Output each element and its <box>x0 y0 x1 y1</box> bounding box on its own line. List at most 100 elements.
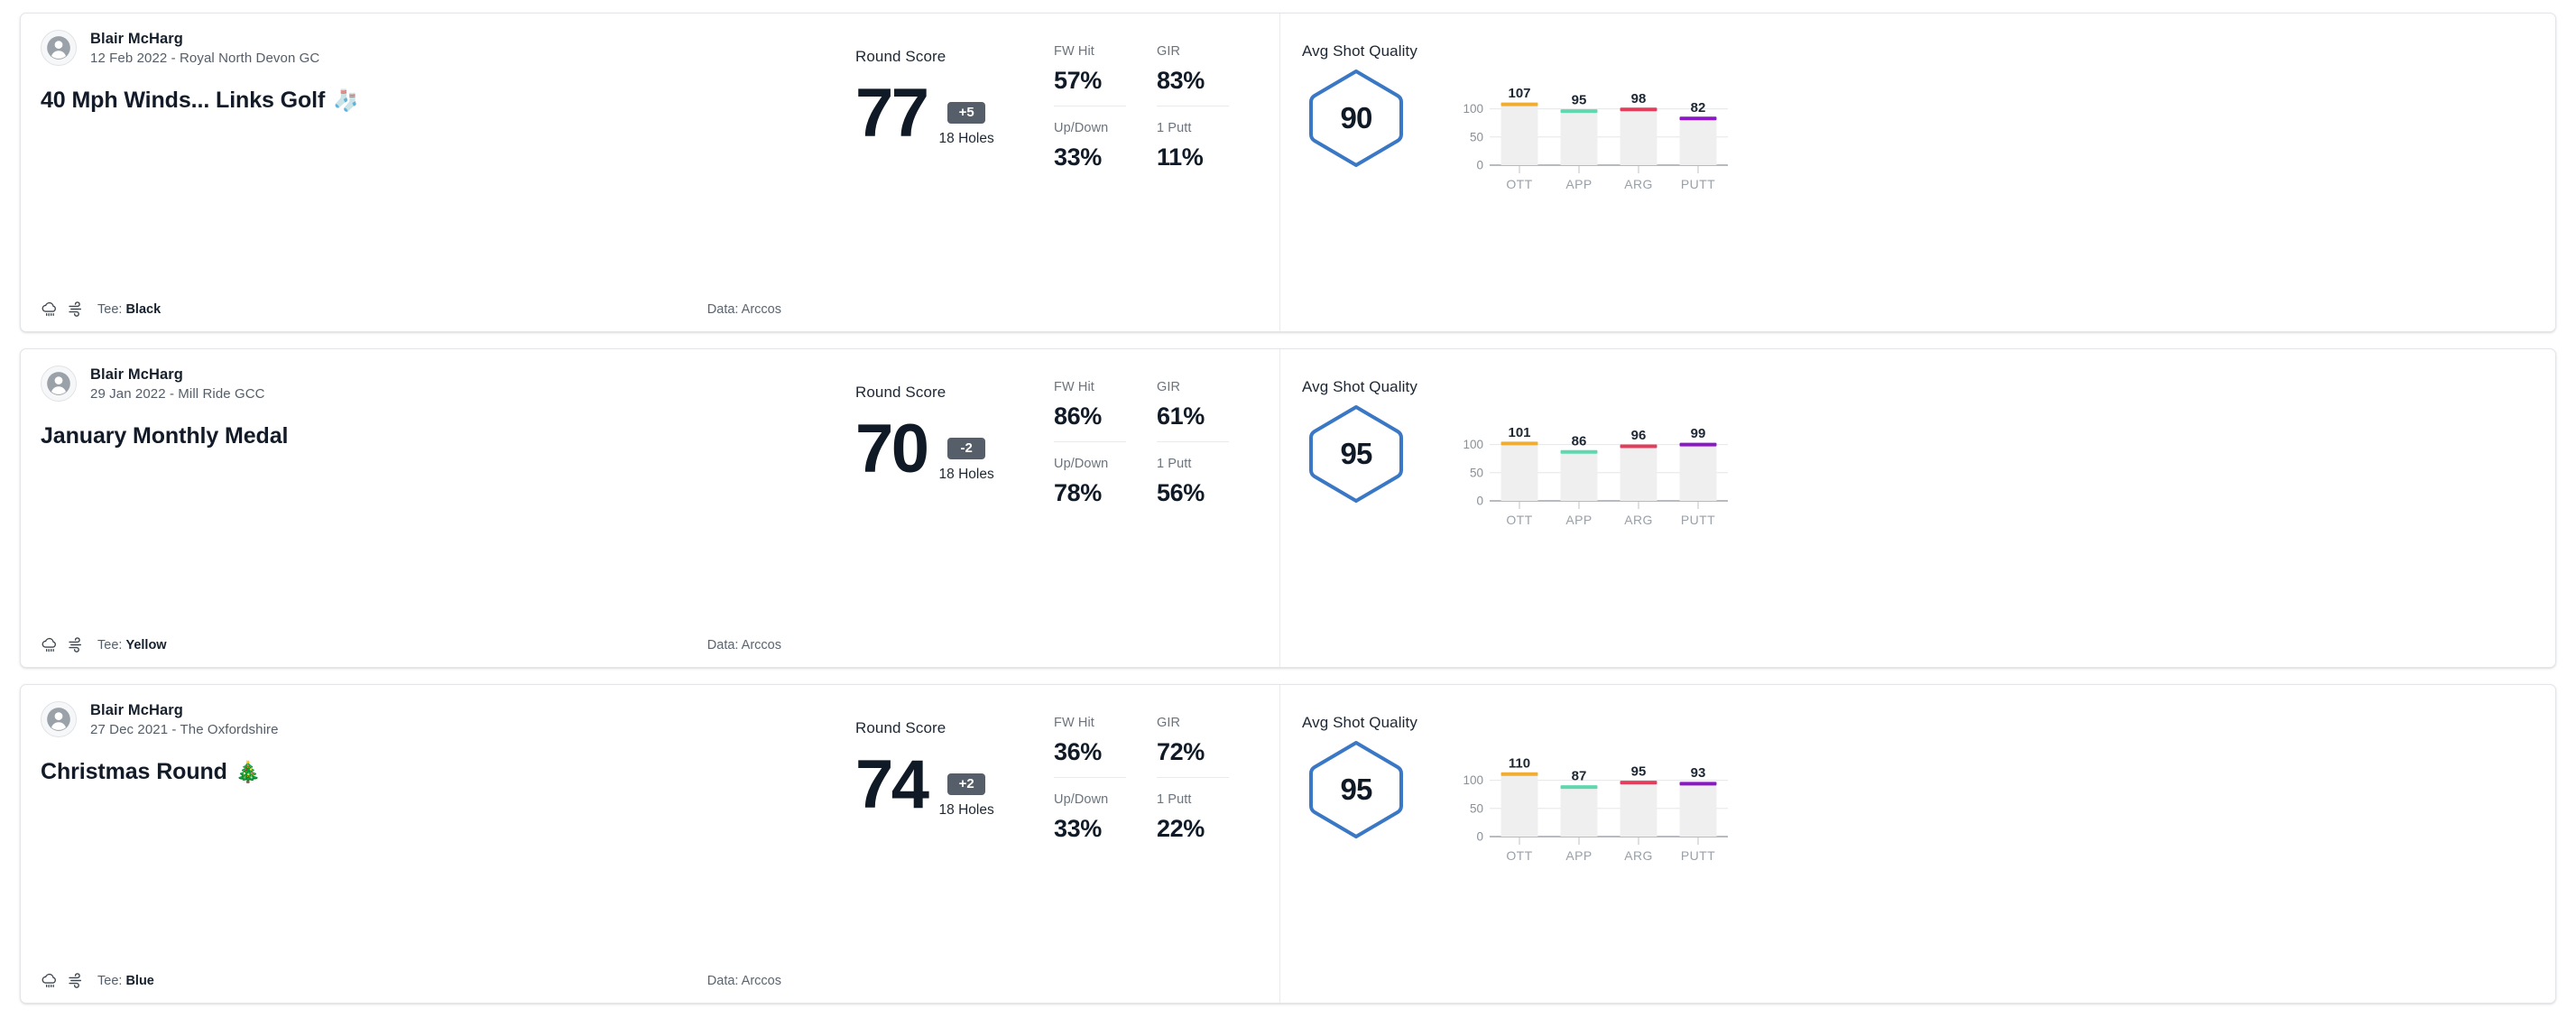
svg-text:0: 0 <box>1476 159 1483 172</box>
rounds-feed: Blair McHarg 12 Feb 2022 - Royal North D… <box>0 0 2576 1018</box>
avg-shot-quality-hexagon: 90 <box>1304 66 1408 171</box>
stat-value: 33% <box>1054 143 1102 171</box>
stat-gir: GIR 72% <box>1157 716 1229 778</box>
player-row: Blair McHarg 29 Jan 2022 - Mill Ride GCC <box>41 366 834 402</box>
stat-label: 1 Putt <box>1157 121 1192 135</box>
svg-text:95: 95 <box>1631 764 1647 780</box>
svg-text:PUTT: PUTT <box>1681 513 1715 527</box>
round-score-heading: Round Score <box>855 48 946 65</box>
holes-played: 18 Holes <box>938 131 994 146</box>
svg-text:ARG: ARG <box>1624 177 1653 191</box>
svg-text:95: 95 <box>1572 93 1587 108</box>
round-title-emoji: 🧦 <box>333 88 359 112</box>
wind-icon <box>69 973 82 988</box>
score-row: 74 +2 18 Holes <box>855 751 1054 819</box>
stat-label: FW Hit <box>1054 380 1094 394</box>
stat-value: 61% <box>1157 403 1205 430</box>
stat-fw-hit: FW Hit 57% <box>1054 44 1126 106</box>
stat-fw-hit: FW Hit 86% <box>1054 380 1126 442</box>
stat-up-down: Up/Down 33% <box>1054 792 1126 854</box>
player-name: Blair McHarg <box>90 366 183 383</box>
svg-text:107: 107 <box>1508 86 1530 101</box>
round-title: January Monthly Medal <box>41 423 834 449</box>
tee-color-value: Blue <box>125 973 154 988</box>
svg-text:82: 82 <box>1691 100 1706 116</box>
svg-text:APP: APP <box>1565 177 1592 191</box>
tee-prefix: Tee: <box>97 301 123 317</box>
stat-value: 33% <box>1054 815 1102 842</box>
stat-value: 83% <box>1157 67 1205 94</box>
stat-gir: GIR 61% <box>1157 380 1229 442</box>
tee-color-value: Black <box>125 301 162 317</box>
svg-text:50: 50 <box>1470 466 1483 479</box>
stat-value: 11% <box>1157 143 1204 171</box>
tee-label: Tee: Blue <box>97 974 154 988</box>
round-stats-grid: FW Hit 57% GIR 83% Up/Down 33% 1 Putt 11… <box>1054 14 1279 331</box>
svg-text:ARG: ARG <box>1624 848 1653 863</box>
stat-value: 36% <box>1054 738 1102 765</box>
weather-icons <box>41 971 86 990</box>
round-score-heading: Round Score <box>855 384 946 401</box>
round-footer: Tee: Blue Data: Arccos <box>41 971 834 990</box>
stat-fw-hit: FW Hit 36% <box>1054 716 1126 778</box>
round-date-course: 27 Dec 2021 - The Oxfordshire <box>90 721 279 737</box>
stat-label: Up/Down <box>1054 457 1109 471</box>
svg-text:98: 98 <box>1631 91 1647 106</box>
svg-text:86: 86 <box>1572 433 1587 449</box>
holes-played: 18 Holes <box>938 467 994 482</box>
round-title-text: Christmas Round <box>41 759 227 784</box>
to-par-badge: +5 <box>947 102 986 124</box>
round-info-section: Blair McHarg 29 Jan 2022 - Mill Ride GCC… <box>21 349 855 667</box>
person-icon <box>42 31 76 65</box>
svg-text:50: 50 <box>1470 130 1483 143</box>
round-card[interactable]: Blair McHarg 12 Feb 2022 - Royal North D… <box>20 13 2556 332</box>
round-title: Christmas Round 🎄 <box>41 759 834 785</box>
avg-shot-quality-section: Avg Shot Quality 95 0 50 100 110 OTT 87 APP 95 A… <box>1279 685 2555 1003</box>
player-row: Blair McHarg 27 Dec 2021 - The Oxfordshi… <box>41 701 834 737</box>
round-score-value: 70 <box>855 411 929 487</box>
avatar[interactable] <box>41 30 77 66</box>
avg-shot-quality-value: 90 <box>1340 101 1372 134</box>
svg-text:0: 0 <box>1476 495 1483 508</box>
svg-text:0: 0 <box>1476 830 1483 844</box>
avatar[interactable] <box>41 366 77 402</box>
stat-label: FW Hit <box>1054 716 1094 730</box>
cloud-rain-icon <box>42 637 56 652</box>
stat-value: 22% <box>1157 815 1205 842</box>
stat-label: 1 Putt <box>1157 792 1192 807</box>
avg-shot-quality-hexagon: 95 <box>1304 402 1408 506</box>
weather-icons <box>41 635 86 654</box>
avatar[interactable] <box>41 701 77 737</box>
person-icon <box>42 366 76 401</box>
round-card[interactable]: Blair McHarg 27 Dec 2021 - The Oxfordshi… <box>20 684 2556 1004</box>
round-stats-grid: FW Hit 36% GIR 72% Up/Down 33% 1 Putt 22… <box>1054 685 1279 1003</box>
stat-up-down: Up/Down 78% <box>1054 457 1126 518</box>
svg-text:OTT: OTT <box>1506 513 1532 527</box>
stat-one-putt: 1 Putt 11% <box>1157 121 1229 182</box>
round-card[interactable]: Blair McHarg 29 Jan 2022 - Mill Ride GCC… <box>20 348 2556 668</box>
stat-label: GIR <box>1157 716 1181 730</box>
stat-label: GIR <box>1157 44 1181 59</box>
svg-text:110: 110 <box>1509 755 1530 771</box>
tee-color-value: Yellow <box>125 637 167 652</box>
round-score-value: 77 <box>855 75 929 152</box>
round-stats-grid: FW Hit 86% GIR 61% Up/Down 78% 1 Putt 56… <box>1054 349 1279 667</box>
svg-text:OTT: OTT <box>1506 848 1532 863</box>
data-source: Data: Arccos <box>706 973 781 988</box>
stat-up-down: Up/Down 33% <box>1054 121 1126 182</box>
tee-label: Tee: Yellow <box>97 638 167 652</box>
svg-text:OTT: OTT <box>1506 177 1532 191</box>
avg-shot-quality-heading: Avg Shot Quality <box>1302 378 1417 395</box>
round-info-section: Blair McHarg 12 Feb 2022 - Royal North D… <box>21 14 855 331</box>
stat-label: 1 Putt <box>1157 457 1192 471</box>
data-source: Data: Arccos <box>706 301 781 317</box>
to-par-badge: -2 <box>947 438 986 459</box>
svg-text:100: 100 <box>1463 102 1483 116</box>
stat-label: FW Hit <box>1054 44 1094 59</box>
cloud-rain-icon <box>42 973 56 987</box>
score-row: 77 +5 18 Holes <box>855 75 1054 152</box>
svg-text:APP: APP <box>1565 848 1592 863</box>
svg-text:93: 93 <box>1691 765 1706 781</box>
player-row: Blair McHarg 12 Feb 2022 - Royal North D… <box>41 30 834 66</box>
avg-shot-quality-heading: Avg Shot Quality <box>1302 714 1417 731</box>
